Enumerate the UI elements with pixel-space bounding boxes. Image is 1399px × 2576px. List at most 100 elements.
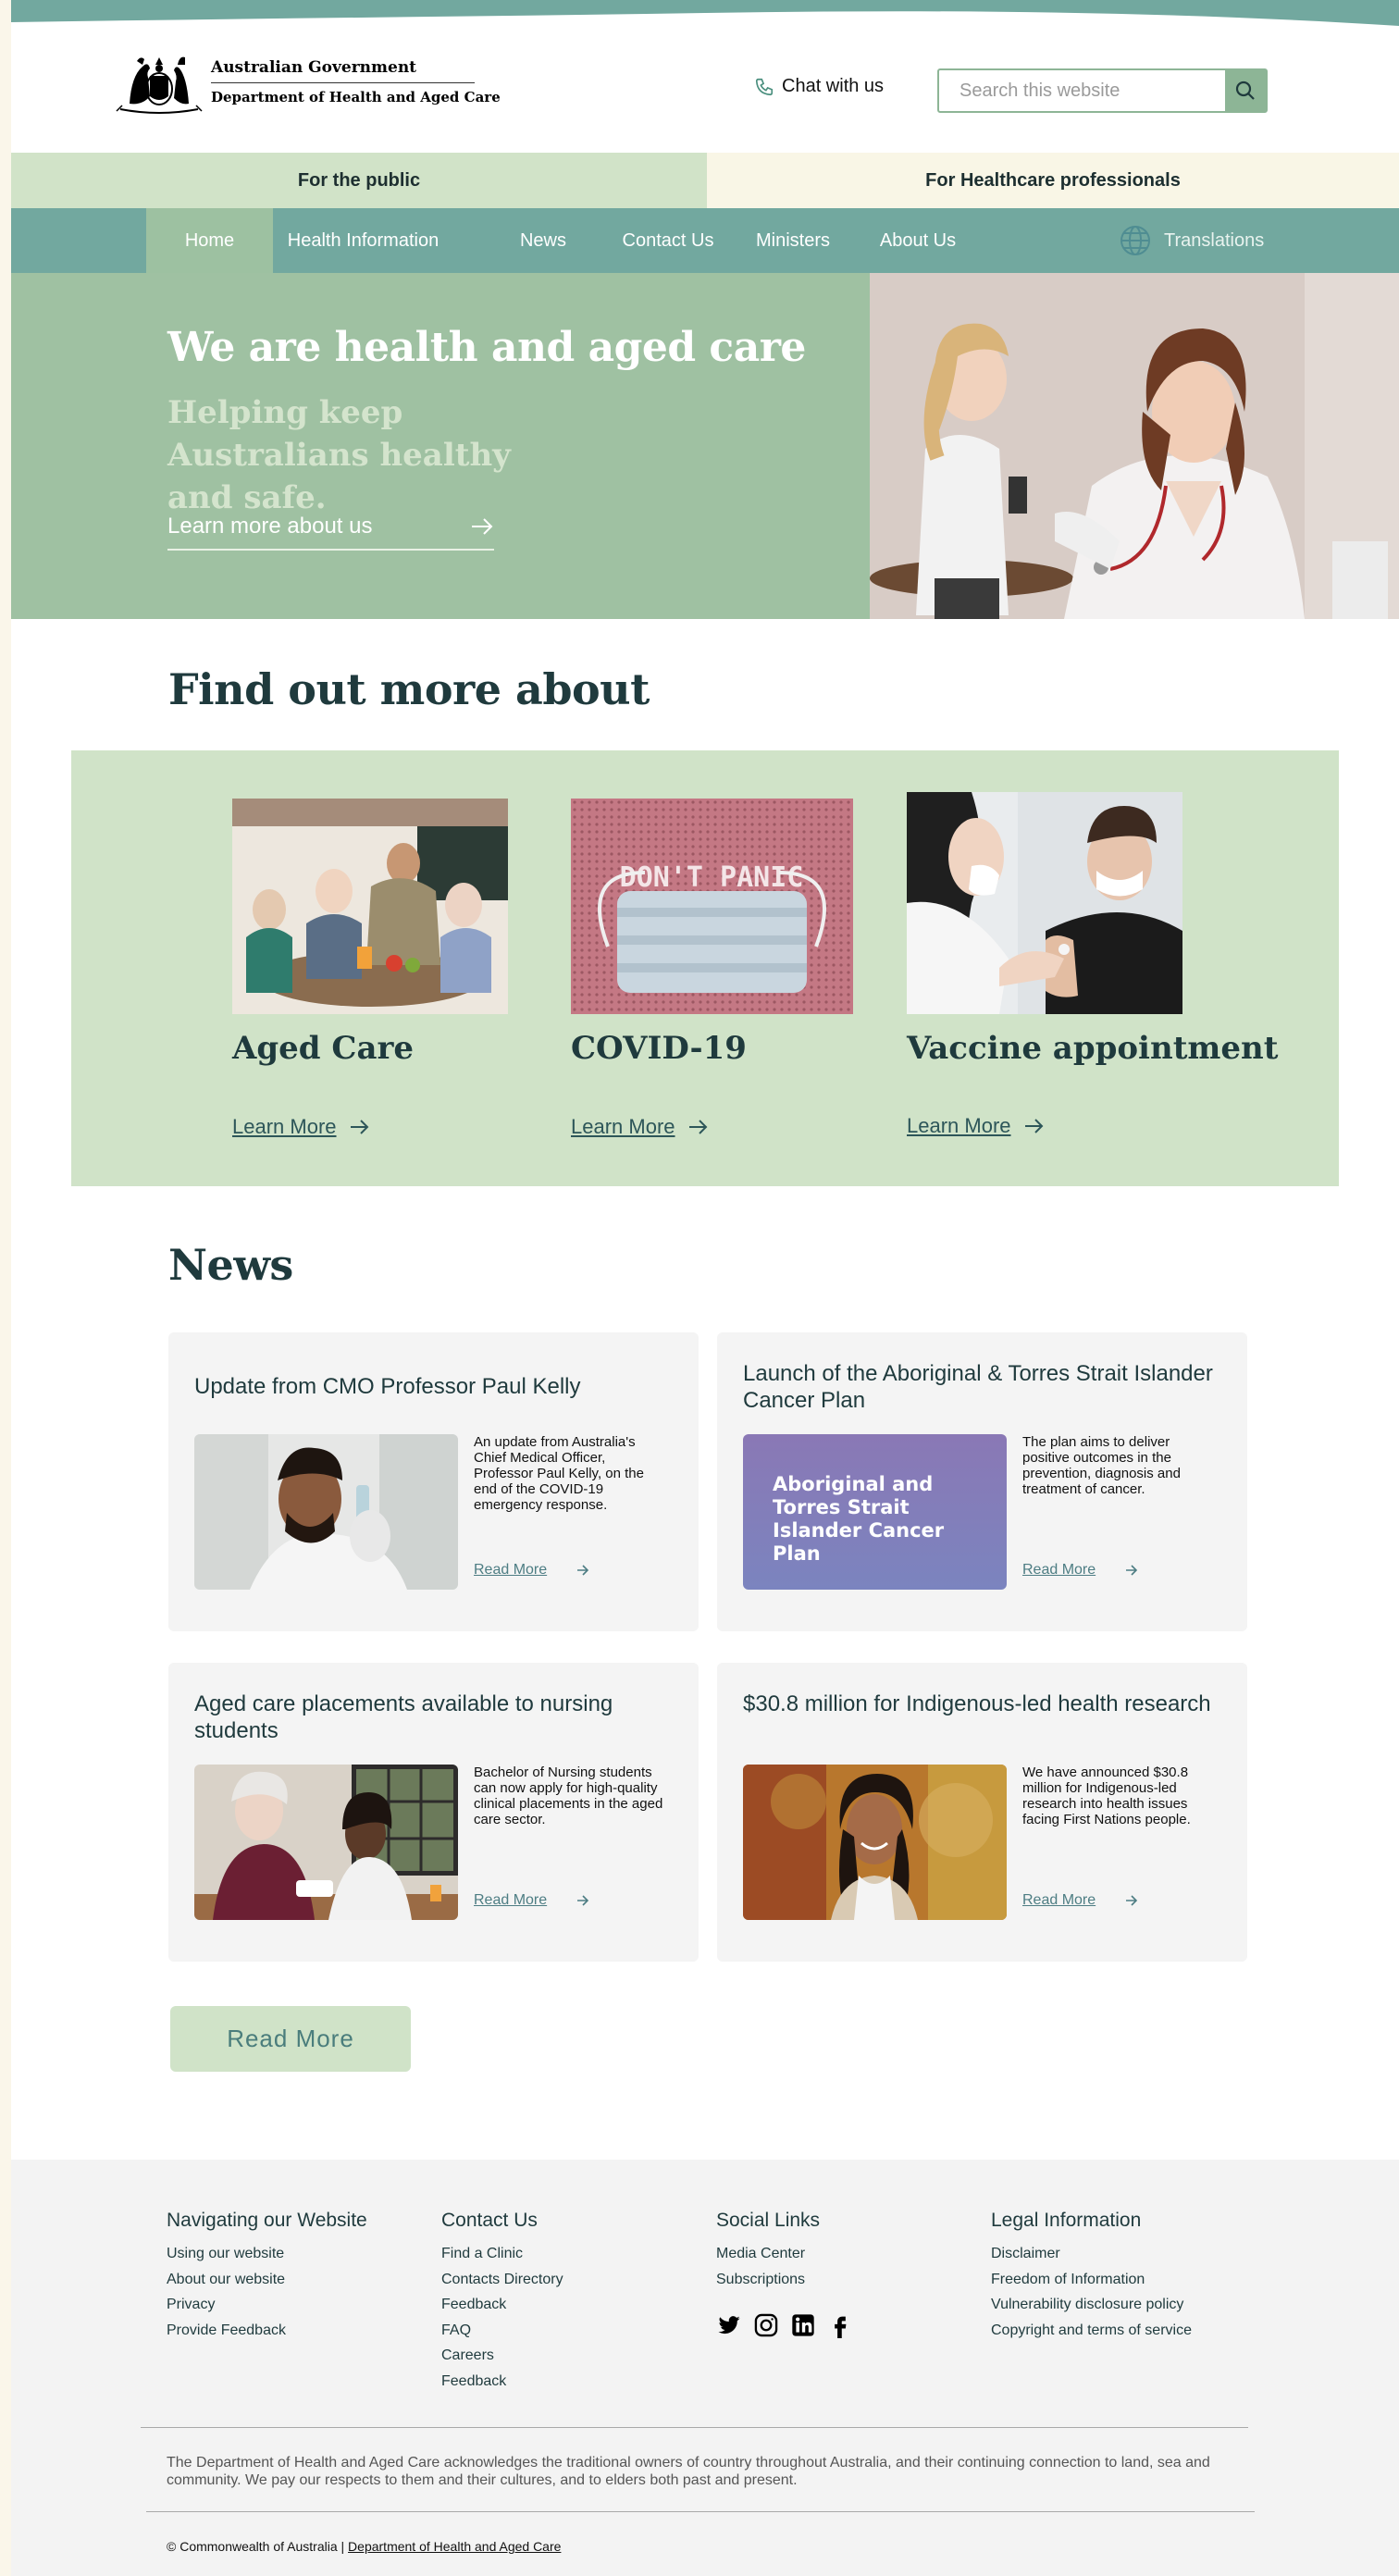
news-image-scientist — [194, 1434, 458, 1590]
page: Australian Government Department of Heal… — [11, 0, 1399, 2576]
covid-19-image: DON'T PANIC — [571, 799, 853, 1014]
vaccine-appointment-learn-more-link[interactable]: Learn More — [907, 1114, 1045, 1138]
copyright-notice: © Commonwealth of Australia | Department… — [167, 2539, 561, 2554]
footer-navigating-title: Navigating our Website — [167, 2210, 367, 2231]
footer-link-media-center[interactable]: Media Center — [716, 2241, 864, 2267]
news-card-title: $30.8 million for Indigenous-led health … — [743, 1691, 1211, 1716]
linkedin-icon[interactable] — [790, 2312, 816, 2343]
footer-divider — [141, 2427, 1248, 2428]
coat-of-arms-icon — [116, 56, 203, 114]
vaccine-appointment-image — [907, 792, 1182, 1014]
news-read-more-link[interactable]: Read More — [1022, 1562, 1138, 1579]
tab-for-the-public[interactable]: For the public — [11, 153, 707, 208]
hero-title: We are health and aged care — [167, 324, 806, 371]
hero-link-label: Learn more about us — [167, 514, 373, 539]
top-wave-decoration — [11, 0, 1399, 26]
news-read-more-button[interactable]: Read More — [170, 2006, 411, 2072]
aged-care-card-title: Aged Care — [232, 1030, 415, 1067]
aged-care-image — [232, 799, 508, 1014]
footer-link-provide-feedback[interactable]: Provide Feedback — [167, 2318, 367, 2344]
footer-link-faq[interactable]: FAQ — [441, 2318, 563, 2344]
facebook-icon[interactable] — [827, 2312, 853, 2343]
find-out-more-panel: Aged Care Learn More DON'T PANIC COVID-1… — [71, 750, 1339, 1186]
footer-link-subscriptions[interactable]: Subscriptions — [716, 2267, 864, 2293]
vaccine-appointment-learn-more-label: Learn More — [907, 1114, 1011, 1137]
covid-mask-text: DON'T PANIC — [620, 861, 804, 894]
news-read-more-link[interactable]: Read More — [1022, 1892, 1138, 1909]
footer-link-disclaimer[interactable]: Disclaimer — [991, 2241, 1192, 2267]
footer-navigating-column: Navigating our Website Using our website… — [167, 2210, 367, 2343]
footer-social-column: Social Links Media Center Subscriptions — [716, 2210, 864, 2343]
search-input[interactable] — [939, 70, 1225, 111]
search-button[interactable] — [1225, 70, 1266, 111]
footer-link-using-our-website[interactable]: Using our website — [167, 2241, 367, 2267]
news-card-summary: Bachelor of Nursing students can now app… — [474, 1765, 663, 1827]
footer-link-privacy[interactable]: Privacy — [167, 2292, 367, 2318]
footer-link-freedom-of-information[interactable]: Freedom of Information — [991, 2267, 1192, 2293]
arrow-right-icon — [472, 518, 493, 535]
news-card-summary: An update from Australia's Chief Medical… — [474, 1434, 644, 1513]
footer-legal-title: Legal Information — [991, 2210, 1142, 2231]
nav-item-health-information[interactable]: Health Information — [273, 208, 453, 273]
arrow-right-icon — [577, 1895, 589, 1906]
footer-link-feedback-2[interactable]: Feedback — [441, 2369, 563, 2395]
news-card-summary: We have announced $30.8 million for Indi… — [1022, 1765, 1191, 1827]
tab-for-healthcare-professionals[interactable]: For Healthcare professionals — [707, 153, 1399, 208]
covid-19-learn-more-link[interactable]: Learn More — [571, 1115, 709, 1139]
news-card-cancer-plan: Launch of the Aboriginal & Torres Strait… — [717, 1332, 1247, 1631]
hero-image-doctor-child — [870, 273, 1399, 619]
main-navigation: Home Health Information News Contact Us … — [11, 208, 1399, 273]
translations-link[interactable]: Translations — [1120, 208, 1264, 273]
news-read-more-label: Read More — [474, 1562, 548, 1578]
learn-more-about-us-link[interactable]: Learn more about us — [167, 504, 494, 551]
nav-item-news[interactable]: News — [492, 208, 594, 273]
nav-item-contact-us[interactable]: Contact Us — [603, 208, 733, 273]
arrow-right-icon — [688, 1120, 707, 1134]
covid-19-card-title: COVID-19 — [571, 1030, 747, 1067]
vaccine-appointment-card-title: Vaccine appointment — [907, 1030, 1279, 1067]
nav-item-about-us[interactable]: About Us — [858, 208, 978, 273]
hero-banner: We are health and aged care Helping keep… — [11, 273, 870, 619]
news-read-more-link[interactable]: Read More — [474, 1892, 589, 1909]
footer-link-about-our-website[interactable]: About our website — [167, 2267, 367, 2293]
footer-link-copyright-terms[interactable]: Copyright and terms of service — [991, 2318, 1192, 2344]
news-read-more-link[interactable]: Read More — [474, 1562, 589, 1579]
government-logo[interactable]: Australian Government Department of Heal… — [113, 48, 501, 115]
footer-link-find-a-clinic[interactable]: Find a Clinic — [441, 2241, 563, 2267]
footer-link-feedback[interactable]: Feedback — [441, 2292, 563, 2318]
news-card-summary: The plan aims to deliver positive outcom… — [1022, 1434, 1181, 1497]
aged-care-learn-more-link[interactable]: Learn More — [232, 1115, 370, 1139]
copyright-text: © Commonwealth of Australia | — [167, 2539, 345, 2554]
footer-divider-2 — [146, 2511, 1255, 2512]
social-icons — [716, 2312, 864, 2343]
footer-contact-column: Contact Us Find a Clinic Contacts Direct… — [441, 2210, 563, 2394]
footer-link-vulnerability-disclosure[interactable]: Vulnerability disclosure policy — [991, 2292, 1192, 2318]
arrow-right-icon — [1126, 1895, 1138, 1906]
logo-department-name: Department of Health and Aged Care — [211, 88, 501, 105]
news-read-more-label: Read More — [1022, 1562, 1096, 1578]
twitter-icon[interactable] — [716, 2312, 742, 2343]
footer-legal-column: Legal Information Disclaimer Freedom of … — [991, 2210, 1192, 2343]
site-header: Australian Government Department of Heal… — [11, 31, 1399, 153]
nav-item-home[interactable]: Home — [146, 208, 273, 273]
copyright-department-link[interactable]: Department of Health and Aged Care — [348, 2539, 561, 2554]
news-card-cmo-update: Update from CMO Professor Paul Kelly An … — [168, 1332, 699, 1631]
news-card-title: Update from CMO Professor Paul Kelly — [194, 1374, 581, 1399]
arrow-right-icon — [1126, 1565, 1138, 1576]
search-icon — [1235, 80, 1255, 100]
footer-contact-title: Contact Us — [441, 2210, 538, 2231]
logo-text: Australian Government Department of Heal… — [211, 58, 501, 105]
nav-item-ministers[interactable]: Ministers — [733, 208, 853, 273]
chat-label: Chat with us — [782, 76, 885, 96]
chat-with-us-link[interactable]: Chat with us — [754, 76, 884, 97]
instagram-icon[interactable] — [753, 2312, 779, 2343]
news-card-aged-care-placements: Aged care placements available to nursin… — [168, 1663, 699, 1962]
footer-link-careers[interactable]: Careers — [441, 2343, 563, 2369]
news-image-nurse-elderly — [194, 1765, 458, 1920]
phone-icon — [755, 78, 774, 95]
arrow-right-icon — [577, 1565, 589, 1576]
search-bar — [937, 68, 1268, 113]
site-footer: Navigating our Website Using our website… — [11, 2160, 1399, 2576]
translations-label: Translations — [1164, 229, 1265, 251]
footer-link-contacts-directory[interactable]: Contacts Directory — [441, 2267, 563, 2293]
